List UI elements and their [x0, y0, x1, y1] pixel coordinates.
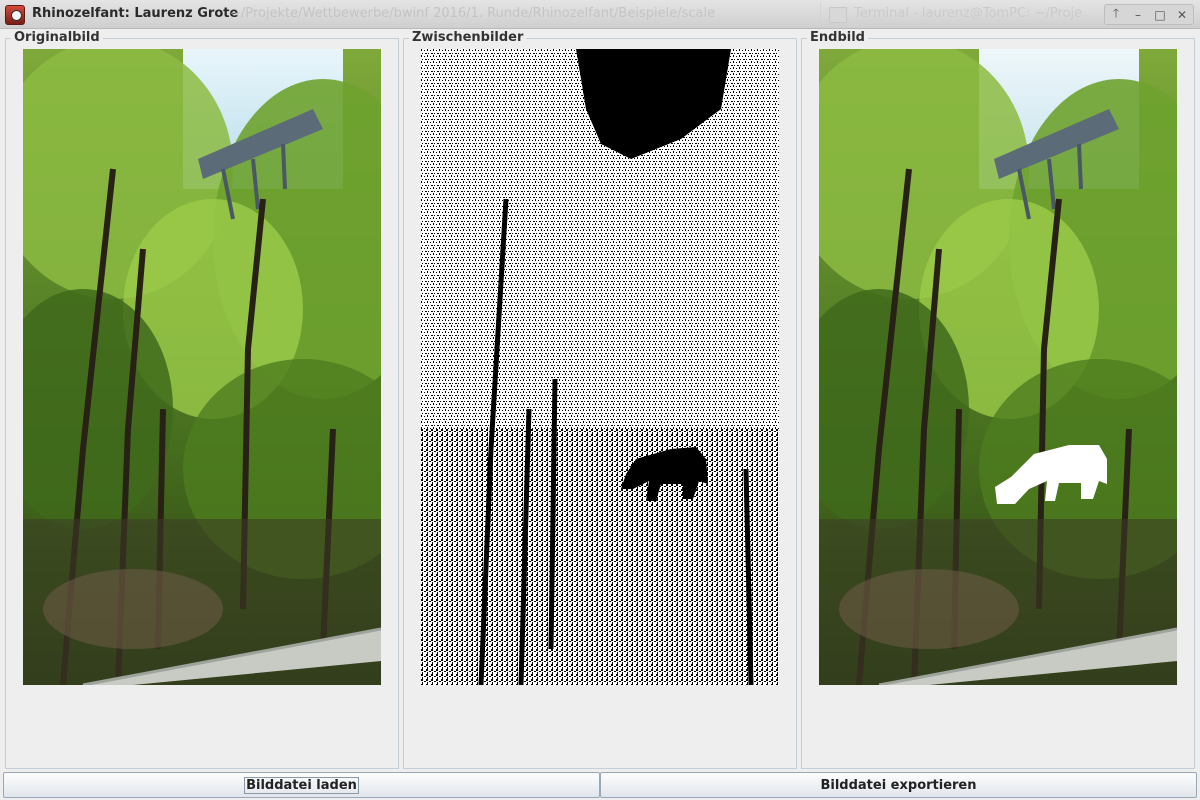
panel-intermediate-label: Zwischenbilder	[409, 30, 527, 45]
load-image-button[interactable]: Bilddatei laden	[3, 772, 600, 798]
window-controls: 🡑 – □ ✕	[1104, 4, 1194, 25]
background-window-title: ~/Projekte/Wettbewerbe/bwinf 2016/1. Run…	[230, 6, 716, 21]
panel-intermediate: Zwischenbilder	[403, 30, 797, 769]
panel-final: Endbild	[801, 30, 1195, 769]
final-image	[819, 49, 1177, 685]
window-title: Rhinozelfant: Laurenz Grote	[32, 6, 239, 21]
panel-original: Originalbild	[5, 30, 399, 769]
maximize-icon[interactable]: □	[1149, 5, 1171, 24]
app-icon[interactable]	[5, 5, 25, 25]
bottom-button-bar: Bilddatei laden Bilddatei exportieren	[0, 770, 1200, 800]
export-image-button[interactable]: Bilddatei exportieren	[600, 772, 1197, 798]
title-bar[interactable]: Rhinozelfant: Laurenz Grote ~/Projekte/W…	[0, 0, 1200, 29]
terminal-icon[interactable]	[829, 7, 847, 23]
arrow-up-icon[interactable]: 🡑	[1105, 5, 1127, 24]
load-image-button-label: Bilddatei laden	[244, 776, 359, 794]
original-image	[23, 49, 381, 685]
minimize-icon[interactable]: –	[1127, 5, 1149, 24]
taskbar-separator	[820, 3, 821, 26]
export-image-button-label: Bilddatei exportieren	[820, 777, 977, 793]
panel-final-label: Endbild	[807, 30, 868, 45]
close-icon[interactable]: ✕	[1171, 5, 1193, 24]
intermediate-image	[421, 49, 779, 685]
panel-original-label: Originalbild	[11, 30, 103, 45]
background-terminal-title[interactable]: Terminal - laurenz@TomPC: ~/Proje	[854, 6, 1099, 21]
